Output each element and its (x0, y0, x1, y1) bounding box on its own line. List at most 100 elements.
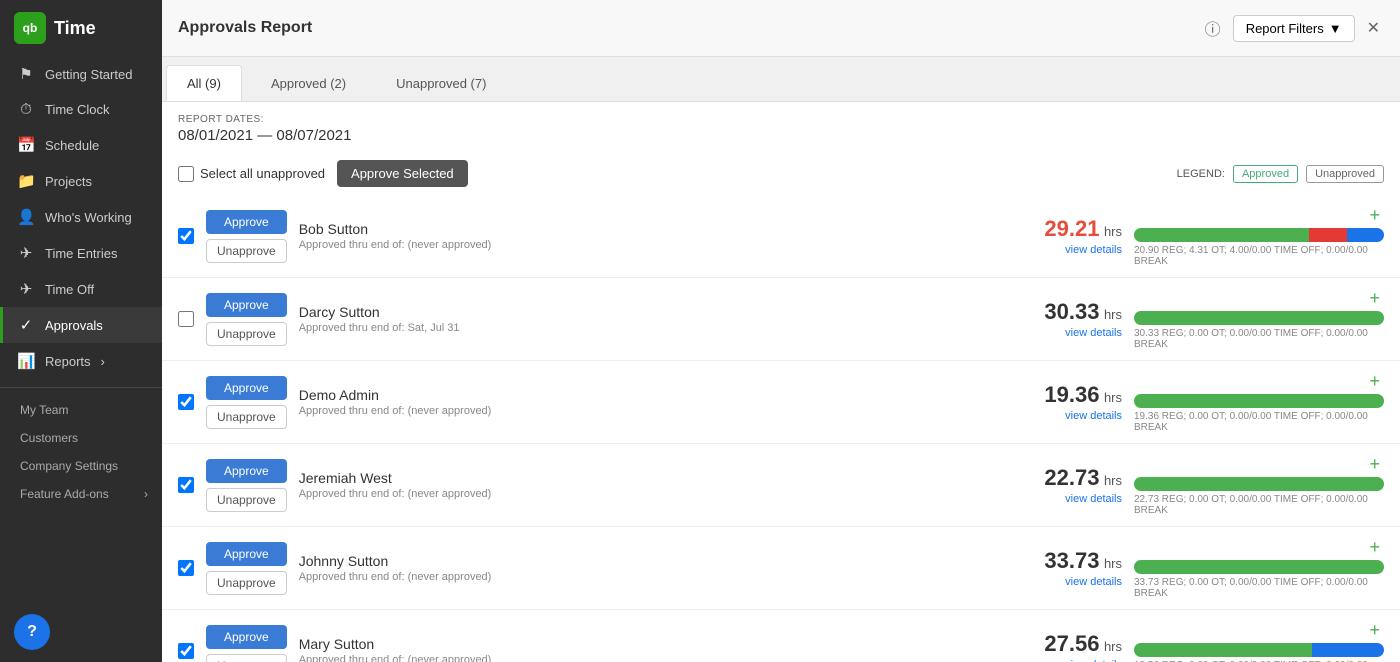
employee-name: Mary Sutton (299, 636, 1010, 652)
sidebar-item-whos-working[interactable]: 👤 Who's Working (0, 199, 162, 235)
add-button-jeremiah-west[interactable]: + (1365, 454, 1384, 475)
employee-name: Jeremiah West (299, 470, 1010, 486)
employee-status: Approved thru end of: (never approved) (299, 405, 1010, 417)
view-details-link[interactable]: view details (1022, 244, 1122, 256)
hours-unit: hrs (1104, 307, 1122, 322)
approve-button-darcy-sutton[interactable]: Approve (206, 293, 287, 317)
sidebar-label-approvals: Approvals (45, 318, 103, 333)
bar-blue (1347, 228, 1385, 242)
view-details-link[interactable]: view details (1022, 493, 1122, 505)
sidebar-item-time-clock[interactable]: ⏱ Time Clock (0, 92, 162, 127)
report-info: REPORT DATES: 08/01/2021 — 08/07/2021 (162, 102, 1400, 152)
unapprove-button-mary-sutton[interactable]: Unapprove (206, 654, 287, 662)
row-actions-johnny-sutton: Approve Unapprove (206, 542, 287, 595)
sidebar-item-getting-started[interactable]: ⚑ Getting Started (0, 56, 162, 92)
approve-button-demo-admin[interactable]: Approve (206, 376, 287, 400)
employee-checkbox-johnny-sutton[interactable] (178, 560, 194, 576)
sidebar-label-getting-started: Getting Started (45, 67, 132, 82)
select-all-label[interactable]: Select all unapproved (178, 166, 325, 182)
add-button-johnny-sutton[interactable]: + (1365, 537, 1384, 558)
sidebar-sub-customers[interactable]: Customers (0, 424, 162, 452)
panel-header: Approvals Report ⓘ Report Filters ▼ ✕ (162, 0, 1400, 57)
sidebar-sub-company-settings[interactable]: Company Settings (0, 452, 162, 480)
sidebar-sub-my-team[interactable]: My Team (0, 396, 162, 424)
hours-section-darcy-sutton: 30.33 hrs view details (1022, 299, 1122, 339)
approve-button-johnny-sutton[interactable]: Approve (206, 542, 287, 566)
bar-green (1134, 560, 1384, 574)
bar-label: 19.36 REG; 0.00 OT; 0.00/0.00 TIME OFF; … (1134, 411, 1384, 433)
employee-checkbox-darcy-sutton[interactable] (178, 311, 194, 327)
bar-green (1134, 311, 1384, 325)
sidebar-label-schedule: Schedule (45, 138, 99, 153)
bar-red (1309, 228, 1347, 242)
sidebar-item-time-off[interactable]: ✈ Time Off (0, 271, 162, 307)
unapprove-button-demo-admin[interactable]: Unapprove (206, 405, 287, 429)
tab-approved[interactable]: Approved (2) (250, 65, 367, 101)
unapprove-button-jeremiah-west[interactable]: Unapprove (206, 488, 287, 512)
sidebar-sub-feature-add-ons[interactable]: Feature Add-ons› (0, 480, 162, 508)
bar-chart-jeremiah-west (1134, 477, 1384, 491)
employee-name: Demo Admin (299, 387, 1010, 403)
employee-name: Bob Sutton (299, 221, 1010, 237)
view-details-link[interactable]: view details (1022, 327, 1122, 339)
bar-chart-darcy-sutton (1134, 311, 1384, 325)
legend-unapproved: Unapproved (1306, 165, 1384, 183)
employee-status: Approved thru end of: Sat, Jul 31 (299, 322, 1010, 334)
main-content: Approvals Report ⓘ Report Filters ▼ ✕ Al… (162, 0, 1400, 662)
hours-value: 33.73 (1044, 548, 1099, 573)
sidebar-item-approvals[interactable]: ✓ Approvals (0, 307, 162, 343)
add-button-demo-admin[interactable]: + (1365, 371, 1384, 392)
approvals-panel: Approvals Report ⓘ Report Filters ▼ ✕ Al… (162, 0, 1400, 662)
unapprove-button-darcy-sutton[interactable]: Unapprove (206, 322, 287, 346)
employee-row: Approve Unapprove Darcy Sutton Approved … (162, 278, 1400, 361)
tab-unapproved[interactable]: Unapproved (7) (375, 65, 507, 101)
select-all-checkbox[interactable] (178, 166, 194, 182)
bar-green (1134, 643, 1312, 657)
view-details-link[interactable]: view details (1022, 576, 1122, 588)
hours-value: 19.36 (1044, 382, 1099, 407)
close-button[interactable]: ✕ (1363, 14, 1384, 42)
tab-all[interactable]: All (9) (166, 65, 242, 101)
bar-section-demo-admin: + 19.36 REG; 0.00 OT; 0.00/0.00 TIME OFF… (1134, 371, 1384, 433)
help-button[interactable]: ? (14, 614, 50, 650)
sidebar-label-whos-working: Who's Working (45, 210, 132, 225)
unapprove-button-bob-sutton[interactable]: Unapprove (206, 239, 287, 263)
employee-info-mary-sutton: Mary Sutton Approved thru end of: (never… (299, 636, 1010, 662)
bar-chart-johnny-sutton (1134, 560, 1384, 574)
hours-unit: hrs (1104, 224, 1122, 239)
employee-info-jeremiah-west: Jeremiah West Approved thru end of: (nev… (299, 470, 1010, 500)
employee-info-demo-admin: Demo Admin Approved thru end of: (never … (299, 387, 1010, 417)
employee-status: Approved thru end of: (never approved) (299, 488, 1010, 500)
hours-unit: hrs (1104, 390, 1122, 405)
hours-value: 22.73 (1044, 465, 1099, 490)
add-button-mary-sutton[interactable]: + (1365, 620, 1384, 641)
report-filters-button[interactable]: Report Filters ▼ (1233, 15, 1355, 42)
tabs-container: All (9)Approved (2)Unapproved (7) (162, 57, 1400, 102)
bar-section-darcy-sutton: + 30.33 REG; 0.00 OT; 0.00/0.00 TIME OFF… (1134, 288, 1384, 350)
bar-section-jeremiah-west: + 22.73 REG; 0.00 OT; 0.00/0.00 TIME OFF… (1134, 454, 1384, 516)
employee-checkbox-jeremiah-west[interactable] (178, 477, 194, 493)
approve-button-mary-sutton[interactable]: Approve (206, 625, 287, 649)
employee-checkbox-bob-sutton[interactable] (178, 228, 194, 244)
hours-section-demo-admin: 19.36 hrs view details (1022, 382, 1122, 422)
add-button-bob-sutton[interactable]: + (1365, 205, 1384, 226)
approve-button-bob-sutton[interactable]: Approve (206, 210, 287, 234)
employee-checkbox-mary-sutton[interactable] (178, 643, 194, 659)
sidebar-item-schedule[interactable]: 📅 Schedule (0, 127, 162, 163)
sidebar-label-time-clock: Time Clock (45, 102, 110, 117)
employee-checkbox-demo-admin[interactable] (178, 394, 194, 410)
sidebar-item-reports[interactable]: 📊 Reports › (0, 343, 162, 379)
row-actions-jeremiah-west: Approve Unapprove (206, 459, 287, 512)
approve-button-jeremiah-west[interactable]: Approve (206, 459, 287, 483)
approve-selected-button[interactable]: Approve Selected (337, 160, 468, 187)
sidebar-item-time-entries[interactable]: ✈ Time Entries (0, 235, 162, 271)
time-entries-icon: ✈ (17, 244, 35, 262)
add-button-darcy-sutton[interactable]: + (1365, 288, 1384, 309)
sidebar-item-projects[interactable]: 📁 Projects (0, 163, 162, 199)
sidebar-label-time-off: Time Off (45, 282, 94, 297)
sidebar-label-projects: Projects (45, 174, 92, 189)
bar-blue (1312, 643, 1385, 657)
unapprove-button-johnny-sutton[interactable]: Unapprove (206, 571, 287, 595)
help-icon-button[interactable]: ⓘ (1201, 12, 1225, 44)
view-details-link[interactable]: view details (1022, 410, 1122, 422)
